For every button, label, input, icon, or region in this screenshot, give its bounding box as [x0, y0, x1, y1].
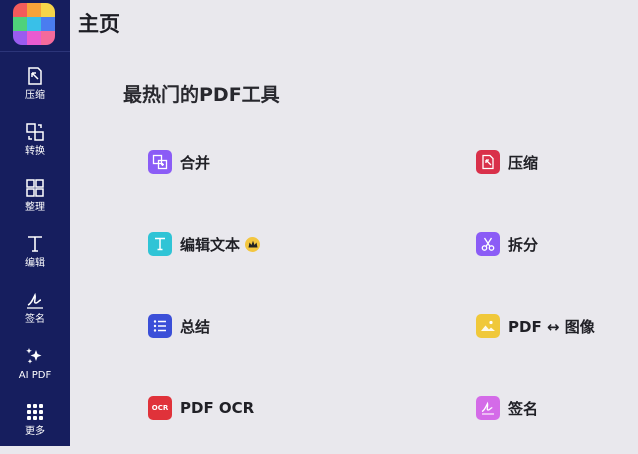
tool-label: 编辑文本 [180, 235, 241, 254]
tool-summarize[interactable]: 总结 [148, 313, 210, 339]
organize-grid-icon [26, 179, 44, 197]
sidebar-item-sign[interactable]: 签名 [0, 290, 70, 342]
app-logo[interactable] [13, 3, 55, 45]
signature-icon [476, 396, 500, 420]
tool-merge[interactable]: 合并 [148, 149, 210, 175]
tool-label: 签名 [508, 399, 539, 418]
sidebar-item-label: 整理 [25, 202, 45, 213]
compress-icon [476, 150, 500, 174]
sidebar-item-more[interactable]: 更多 [0, 402, 70, 454]
sidebar-item-label: 更多 [25, 426, 45, 437]
sidebar: 压缩 转换 整理 编辑 签名 AI PDF 更多 [0, 0, 70, 446]
tool-label: 拆分 [508, 235, 539, 254]
sidebar-item-compress[interactable]: 压缩 [0, 66, 70, 118]
sidebar-item-label: 压缩 [25, 90, 45, 101]
tool-label: 合并 [180, 153, 211, 172]
text-edit-icon [148, 232, 172, 256]
tool-compress[interactable]: 压缩 [476, 149, 538, 175]
sidebar-item-label: 签名 [25, 314, 45, 325]
signature-icon [27, 292, 43, 309]
ocr-icon-text: OCR [151, 404, 169, 412]
crown-icon [245, 236, 261, 252]
tool-label: PDF ↔ 图像 [508, 317, 595, 336]
sidebar-divider [0, 51, 70, 52]
tool-label: PDF OCR [180, 399, 255, 417]
list-icon [148, 314, 172, 338]
sidebar-item-ai-pdf[interactable]: AI PDF [0, 346, 70, 398]
image-icon [476, 314, 500, 338]
sidebar-item-label: AI PDF [18, 370, 52, 381]
scissors-icon [476, 232, 500, 256]
more-dots-icon [27, 404, 43, 420]
compress-icon [28, 67, 42, 85]
sidebar-item-edit[interactable]: 编辑 [0, 234, 70, 286]
merge-icon [148, 150, 172, 174]
sidebar-item-convert[interactable]: 转换 [0, 122, 70, 174]
tool-sign[interactable]: 签名 [476, 395, 538, 421]
ocr-icon: OCR [148, 396, 172, 420]
tool-label: 总结 [180, 317, 211, 336]
tool-split[interactable]: 拆分 [476, 231, 538, 257]
convert-icon [26, 123, 44, 141]
tool-label: 压缩 [508, 153, 539, 172]
tool-edit-text[interactable]: 编辑文本 [148, 231, 261, 257]
tool-pdf-ocr[interactable]: OCR PDF OCR [148, 395, 254, 421]
section-title: 最热门的PDF工具 [123, 84, 280, 106]
text-edit-icon [28, 236, 42, 252]
tool-pdf-image[interactable]: PDF ↔ 图像 [476, 313, 595, 339]
sidebar-item-label: 编辑 [25, 258, 45, 269]
sidebar-item-organize[interactable]: 整理 [0, 178, 70, 230]
page-title: 主页 [78, 12, 120, 36]
ai-sparkle-icon [26, 348, 42, 364]
sidebar-item-label: 转换 [25, 146, 45, 157]
